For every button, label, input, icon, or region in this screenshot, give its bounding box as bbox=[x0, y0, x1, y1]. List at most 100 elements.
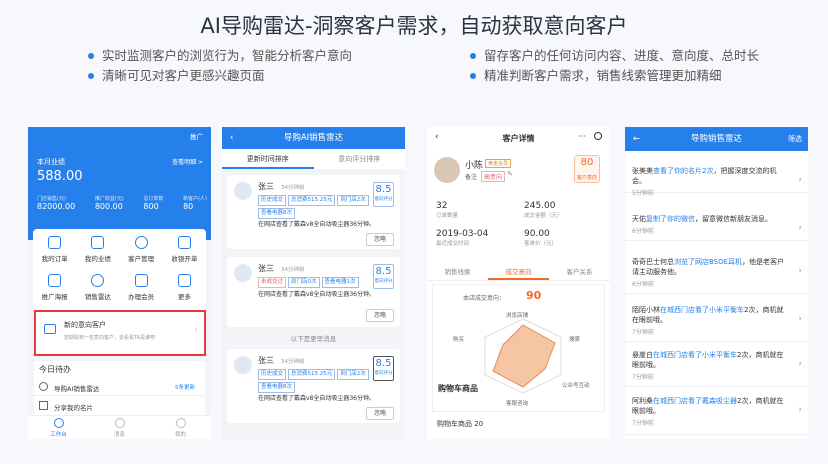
avatar bbox=[434, 157, 460, 183]
sort-tabs: 更新时间排序 意向评分排序 bbox=[222, 149, 405, 169]
tab-time-sort[interactable]: 更新时间排序 bbox=[222, 149, 314, 169]
ignore-button[interactable]: 忽略 bbox=[366, 407, 394, 420]
radar-item[interactable]: 奇奇巴士何总浏览了网店BSOE耳机，他是老客户请主动服务他。 6分钟前 › bbox=[625, 252, 808, 294]
radar-icon bbox=[39, 382, 48, 391]
close-icon[interactable] bbox=[594, 132, 602, 140]
intent-score: 8.5 意向评分 bbox=[373, 182, 394, 207]
chevron-right-icon: › bbox=[798, 405, 802, 415]
radar-icon bbox=[91, 273, 105, 287]
back-icon[interactable]: ‹ bbox=[230, 127, 233, 149]
edit-icon[interactable]: ✎ bbox=[507, 170, 513, 178]
lead-card[interactable]: 张三 34分钟前 未成交过 到门店0次 查看电器1次 8.5 意向评分 在网店查看了戴… bbox=[227, 257, 400, 327]
tab-messages[interactable]: 消息 bbox=[89, 416, 150, 439]
stat: 总订单数 800 bbox=[143, 196, 164, 211]
phone-sales-radar: ‹ 导购AI销售雷达 更新时间排序 意向评分排序 张三 34分钟前 历史成交 总消费… bbox=[222, 127, 405, 439]
tab-relations[interactable]: 客户关系 bbox=[549, 263, 610, 280]
radar-item[interactable]: 阿利桑在城西门店看了戴森吸尘器2次，商机就在眼前哦。 7分钟前 › bbox=[625, 391, 808, 435]
tab-workbench[interactable]: 工作台 bbox=[28, 416, 89, 439]
tag-list: 历史成交 总消费515.25元 到门店2次 查看电器8次 bbox=[258, 368, 373, 393]
intent-score: 8.5 意向评分 bbox=[373, 264, 394, 289]
cashier-icon bbox=[177, 236, 191, 249]
bullets-right: 留存客户的任何访问内容、进度、意向度、总时长 精准判断客户需求，销售线索管理更加… bbox=[470, 46, 759, 86]
detail-tabs: 销售线索 成交意向 客户关系 bbox=[427, 263, 610, 281]
stat: 门店销售(元) 82000.00 bbox=[37, 196, 76, 211]
tag-list: 历史成交 总消费515.25元 到门店2次 查看电器8次 bbox=[258, 194, 373, 219]
bullet: 实时监测客户的浏览行为，智能分析客户意向 bbox=[88, 46, 352, 66]
page-title: AI导购雷达-洞察客户需求，自动获取意向客户 bbox=[200, 14, 628, 38]
grid-item-customers[interactable]: 客户管理 bbox=[120, 236, 163, 272]
chevron-right-icon: › bbox=[798, 314, 802, 324]
message-icon bbox=[114, 418, 125, 428]
view-detail-link[interactable]: 查看明细 > bbox=[172, 157, 203, 166]
new-customer-title: 新的意向客户 bbox=[64, 321, 106, 329]
chevron-right-icon: › bbox=[798, 359, 802, 369]
cart-summary: 购物车商品 20 bbox=[437, 420, 484, 428]
more-icon bbox=[177, 273, 191, 287]
update-badge: 5条更新 bbox=[175, 385, 195, 391]
intent-radar-panel: 本店成交意向： 90 浏览店铺 搜索 公众号互动 客服咨询 购物车商品 购买 bbox=[432, 284, 605, 412]
stats-grid: 32 订单数量 245.00 成交金额（元） 2019-03-04 最近成交时间 90… bbox=[436, 201, 563, 247]
tab-leads[interactable]: 销售线索 bbox=[427, 263, 488, 280]
grid-item-performance[interactable]: 我的业绩 bbox=[76, 236, 119, 272]
avatar bbox=[234, 264, 252, 282]
radar-item[interactable]: 悬崖白在城西门店看了小米平衡车2次，商机就在眼前哦。 7分钟前 › bbox=[625, 345, 808, 387]
nav-bar: ← 导购销售雷达 筛选 bbox=[625, 127, 808, 151]
grid-item-orders[interactable]: 我的订单 bbox=[33, 236, 76, 272]
intent-score: 8.5 意向评分 bbox=[373, 356, 394, 381]
earlier-divider: 以下是更早消息 bbox=[290, 335, 337, 343]
tab-mine[interactable]: 我的 bbox=[150, 416, 211, 439]
avatar bbox=[234, 356, 252, 374]
lead-card[interactable]: 张三 34分钟前 历史成交 总消费515.25元 到门店2次 查看电器8次 8.5 意向… bbox=[227, 175, 400, 249]
tab-score-sort[interactable]: 意向评分排序 bbox=[314, 149, 406, 169]
performance-header: 推广 本月业绩 查看明细 > 588.00 门店销售(元) 82000.00 推广… bbox=[28, 127, 211, 240]
bullet: 留存客户的任何访问内容、进度、意向度、总时长 bbox=[470, 46, 759, 66]
more-icon[interactable]: ··· bbox=[578, 132, 586, 141]
home-icon bbox=[53, 418, 64, 428]
order-icon bbox=[48, 236, 62, 249]
chart-icon bbox=[91, 236, 105, 249]
promote-link[interactable]: 推广 bbox=[190, 131, 203, 141]
person-icon bbox=[175, 418, 186, 428]
lead-card[interactable]: 张三 34分钟前 历史成交 总消费515.25元 到门店2次 查看电器8次 8.5 意向… bbox=[227, 349, 400, 423]
bullets-left: 实时监测客户的浏览行为，智能分析客户意向 清晰可见对客户更感兴趣页面 bbox=[88, 46, 352, 86]
grid-item-more[interactable]: 更多 bbox=[163, 273, 206, 310]
stat: 推广收益(元) 800.00 bbox=[94, 196, 124, 211]
ignore-button[interactable]: 忽略 bbox=[366, 233, 394, 246]
bottom-tabbar: 工作台 消息 我的 bbox=[28, 415, 211, 439]
nav-bar: ‹ 导购AI销售雷达 bbox=[222, 127, 405, 149]
stat: 新客户(人) 80 bbox=[183, 196, 207, 211]
ignore-button[interactable]: 忽略 bbox=[366, 309, 394, 322]
tag-list: 未成交过 到门店0次 查看电器1次 bbox=[258, 276, 378, 288]
intent-score: 80 客户意向 bbox=[574, 155, 600, 183]
grid-item-radar[interactable]: 销售雷达 bbox=[76, 273, 119, 310]
avatar bbox=[234, 182, 252, 200]
chevron-right-icon: › bbox=[798, 175, 802, 185]
radar-chart bbox=[484, 318, 562, 394]
note-tag: 高意向 bbox=[481, 171, 506, 182]
radar-item[interactable]: 陌陌小林在城西门店看了小米平衡车2次，商机就在眼前哦。 7分钟前 › bbox=[625, 300, 808, 342]
radar-todo-row[interactable]: 导购AI销售雷达 5条更新 bbox=[34, 378, 205, 396]
function-grid: 我的订单 我的业绩 客户管理 收银开单 推广海报 销售雷达 办理会员 更多 bbox=[33, 229, 206, 311]
radar-item[interactable]: 天佑复制了你的微信，留意微信新朋友消息。 6分钟前 › bbox=[625, 209, 808, 241]
phone-workbench: 推广 本月业绩 查看明细 > 588.00 门店销售(元) 82000.00 推广… bbox=[28, 127, 211, 439]
user-icon bbox=[134, 236, 148, 249]
today-todo-title: 今日待办 bbox=[39, 365, 71, 374]
card-icon bbox=[39, 401, 48, 410]
member-badge: 黄金会员 bbox=[485, 159, 512, 168]
tab-intent[interactable]: 成交意向 bbox=[488, 263, 549, 280]
new-customer-subtitle: 您获取到一名意向客户，去看看TA是谁吧 bbox=[64, 335, 156, 341]
radar-item[interactable]: 张美美查看了你的名片2次，把握深度交流的机会。 5分钟前 › bbox=[625, 161, 808, 197]
share-card-row[interactable]: 分享我的名片 bbox=[34, 397, 205, 415]
grid-item-member[interactable]: 办理会员 bbox=[120, 273, 163, 310]
phone-guide-radar: ← 导购销售雷达 筛选 张美美查看了你的名片2次，把握深度交流的机会。 5分钟前 › 天… bbox=[625, 127, 808, 439]
bullet: 精准判断客户需求，销售线索管理更加精细 bbox=[470, 66, 759, 86]
grid-item-poster[interactable]: 推广海报 bbox=[33, 273, 76, 310]
filter-button[interactable]: 筛选 bbox=[788, 127, 802, 151]
new-intent-customer-card[interactable]: 新的意向客户 您获取到一名意向客户，去看看TA是谁吧 › bbox=[34, 310, 206, 356]
poster-icon bbox=[48, 273, 62, 287]
month-label: 本月业绩 bbox=[37, 158, 65, 166]
back-arrow-icon[interactable]: ← bbox=[633, 127, 640, 151]
grid-item-cashier[interactable]: 收银开单 bbox=[163, 236, 206, 272]
chevron-right-icon: › bbox=[798, 223, 802, 233]
bullet: 清晰可见对客户更感兴趣页面 bbox=[88, 66, 352, 86]
